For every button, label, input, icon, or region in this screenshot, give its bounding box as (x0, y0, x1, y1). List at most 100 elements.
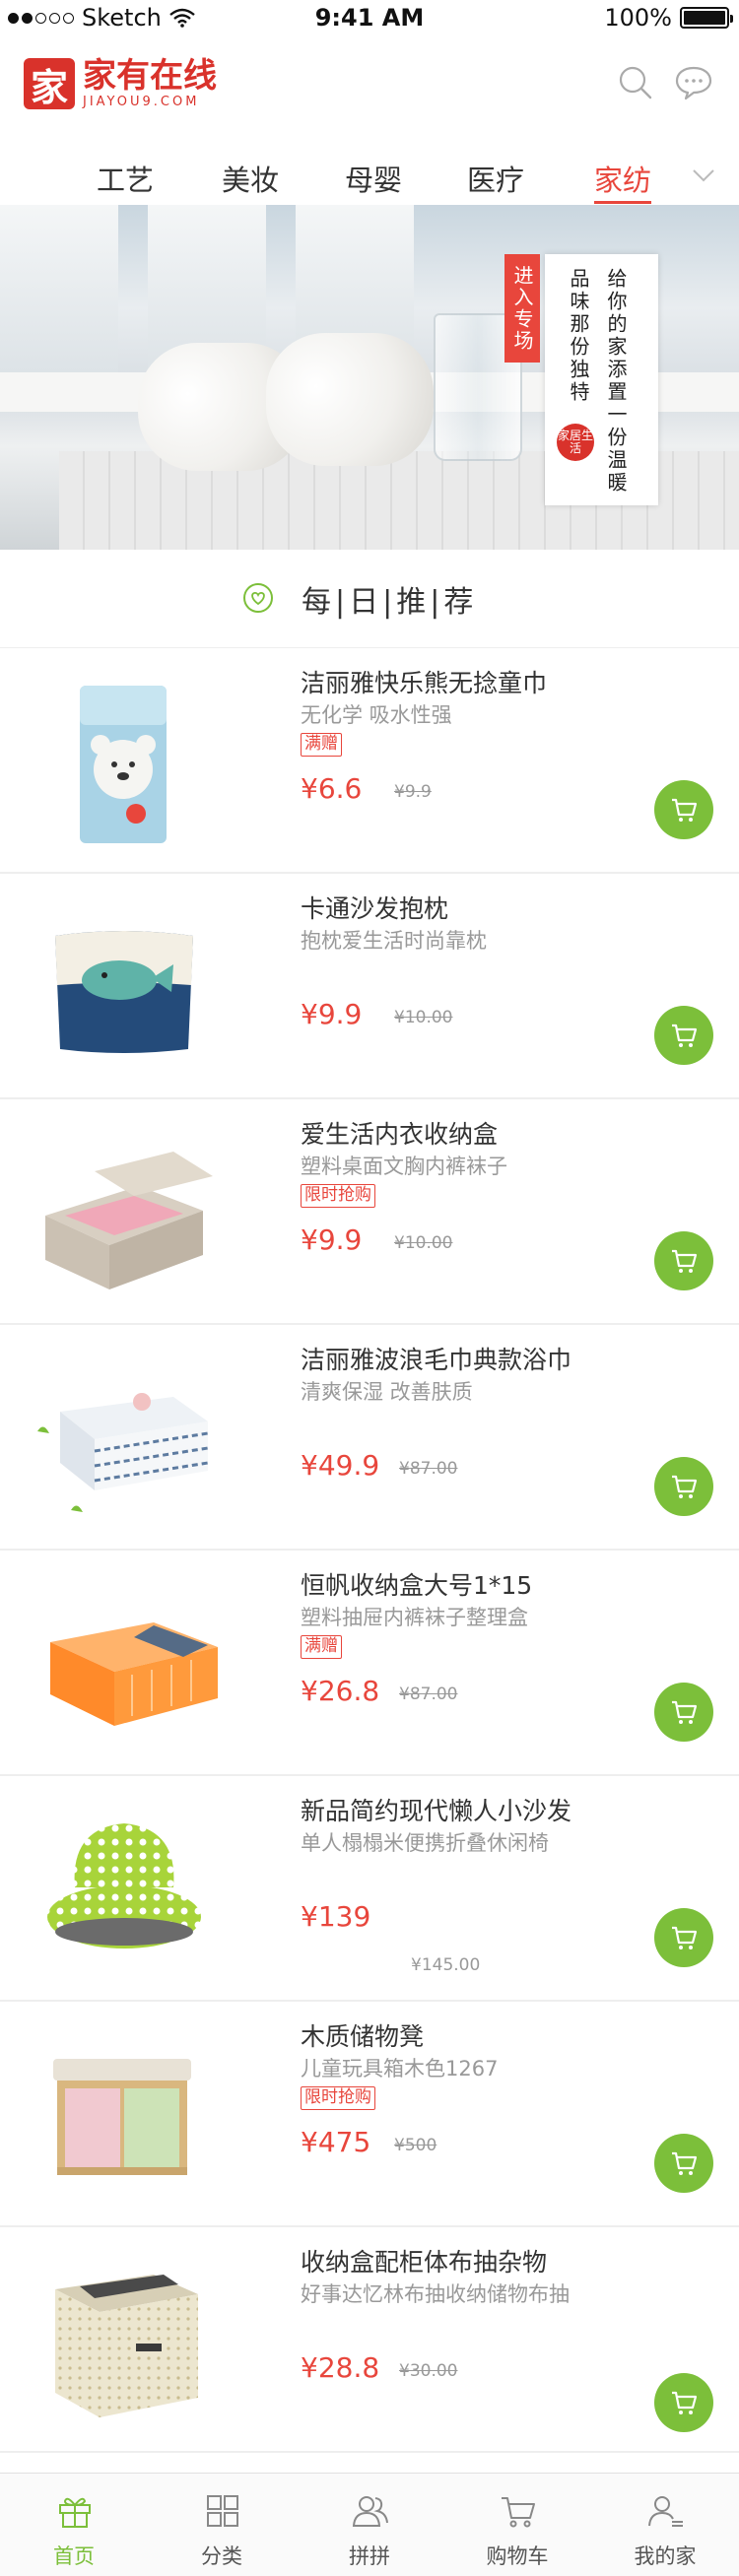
tab-medical[interactable]: 医疗 (467, 158, 524, 199)
logo-name: 家有在线 (83, 56, 217, 96)
heart-icon (243, 583, 273, 613)
product-desc: 塑料抽屉内裤袜子整理盒 (301, 1606, 528, 1629)
product-image (47, 1823, 201, 1949)
product-name: 新品简约现代懒人小沙发 (301, 1797, 572, 1825)
original-price: ¥500 (394, 2136, 437, 2155)
product-price: ¥26.8 (301, 1675, 380, 1707)
cart-icon (502, 2497, 535, 2528)
tab-active-indicator (594, 201, 651, 204)
cart-icon (672, 1249, 698, 1273)
cart-icon (672, 2391, 698, 2414)
cart-icon (672, 1024, 698, 1047)
message-icon[interactable] (674, 63, 713, 102)
promo-badge: 满赠 (301, 1635, 342, 1659)
search-icon[interactable] (616, 63, 655, 102)
tabbar-cart[interactable]: 购物车 (443, 2474, 591, 2576)
product-item[interactable]: 洁丽雅快乐熊无捻童巾 无化学 吸水性强 满赠 ¥6.6 ¥9.9 (0, 648, 739, 874)
original-price: ¥87.00 (399, 1684, 458, 1704)
tab-beauty[interactable]: 美妆 (222, 158, 279, 199)
product-price: ¥139 (301, 1900, 371, 1933)
product-price: ¥9.9 (301, 998, 363, 1030)
promo-badge: 限时抢购 (301, 2086, 375, 2110)
app-header: 家 家有在线 JIAYOU9.COM (0, 39, 739, 148)
chevron-down-icon[interactable] (690, 162, 717, 189)
product-image (80, 686, 167, 843)
original-price: ¥145.00 (411, 1955, 481, 1975)
product-item[interactable]: 新品简约现代懒人小沙发 单人榻榻米便携折叠休闲椅 ¥139 ¥145.00 (0, 1776, 739, 2002)
product-name: 洁丽雅快乐熊无捻童巾 (301, 669, 548, 697)
daily-recommend-header: 每|日|推|荐 (0, 550, 739, 648)
grid-icon (207, 2495, 238, 2527)
product-item[interactable]: 洁丽雅波浪毛巾典款浴巾 清爽保湿 改善肤质 ¥49.9 ¥87.00 (0, 1325, 739, 1551)
tabbar-label: 首页 (53, 2544, 95, 2568)
tabbar-label: 分类 (201, 2544, 242, 2568)
battery-icon (680, 7, 733, 29)
product-desc: 单人榻榻米便携折叠休闲椅 (301, 1831, 549, 1855)
cart-icon (672, 798, 698, 822)
promo-card: 给你的家添置一份温暖 品味那份独特 家居生活 (545, 254, 658, 505)
tabbar-category[interactable]: 分类 (148, 2474, 296, 2576)
add-to-cart-button[interactable] (654, 1908, 713, 1967)
category-tabs: 工艺 美妆 母婴 医疗 家纺 (0, 148, 739, 205)
product-image (37, 1393, 209, 1512)
product-item[interactable]: 木质储物凳 儿童玩具箱木色1267 限时抢购 ¥475 ¥500 (0, 2002, 739, 2227)
tabbar-home[interactable]: 首页 (0, 2474, 148, 2576)
promo-line-1: 给你的家添置一份温暖 (604, 268, 628, 495)
product-name: 收纳盒配柜体布抽杂物 (301, 2248, 548, 2277)
tabbar-label: 拼拼 (349, 2544, 390, 2568)
product-item[interactable]: 爱生活内衣收纳盒 塑料桌面文胸内裤袜子 限时抢购 ¥9.9 ¥10.00 (0, 1099, 739, 1325)
promo-banner[interactable]: 进入专场 给你的家添置一份温暖 品味那份独特 家居生活 (0, 205, 739, 550)
seal-stamp: 家居生活 (557, 424, 594, 461)
logo-domain: JIAYOU9.COM (83, 95, 200, 109)
status-bar: Sketch 9:41 AM 100% (0, 0, 739, 39)
product-item[interactable]: 收纳盒配柜体布抽杂物 好事达忆林布抽收纳储物布抽 ¥28.8 ¥30.00 (0, 2227, 739, 2453)
logo-mark: 家 (24, 58, 75, 109)
original-price: ¥30.00 (399, 2361, 458, 2381)
tabbar-label: 购物车 (486, 2544, 549, 2568)
tabbar-profile[interactable]: 我的家 (591, 2474, 739, 2576)
daily-title: 每|日|推|荐 (302, 585, 478, 620)
product-desc: 好事达忆林布抽收纳储物布抽 (301, 2282, 570, 2306)
add-to-cart-button[interactable] (654, 1457, 713, 1516)
original-price: ¥10.00 (394, 1233, 453, 1253)
product-name: 卡通沙发抱枕 (301, 894, 449, 923)
logo[interactable]: 家 家有在线 JIAYOU9.COM (24, 57, 217, 110)
add-to-cart-button[interactable] (654, 2134, 713, 2193)
product-price: ¥49.9 (301, 1449, 380, 1482)
product-item[interactable]: 恒帆收纳盒大号1*15 塑料抽屉内裤袜子整理盒 满赠 ¥26.8 ¥87.00 (0, 1551, 739, 1776)
product-price: ¥9.9 (301, 1223, 363, 1256)
status-right: 100% (604, 4, 733, 32)
product-image (55, 931, 193, 1053)
product-desc: 无化学 吸水性强 (301, 703, 452, 727)
tabbar-group-buy[interactable]: 拼拼 (296, 2474, 443, 2576)
product-name: 木质储物凳 (301, 2022, 425, 2051)
product-name: 爱生活内衣收纳盒 (301, 1120, 499, 1149)
add-to-cart-button[interactable] (654, 2373, 713, 2432)
original-price: ¥87.00 (399, 1459, 458, 1479)
add-to-cart-button[interactable] (654, 1683, 713, 1742)
original-price: ¥9.9 (394, 782, 432, 802)
cart-icon (672, 1475, 698, 1498)
tabbar-label: 我的家 (634, 2544, 697, 2568)
cart-icon (672, 1700, 698, 1724)
product-desc: 塑料桌面文胸内裤袜子 (301, 1155, 507, 1178)
product-image (53, 2059, 191, 2175)
product-desc: 清爽保湿 改善肤质 (301, 1380, 473, 1404)
product-price: ¥6.6 (301, 772, 363, 805)
promo-badge: 限时抢购 (301, 1184, 375, 1208)
add-to-cart-button[interactable] (654, 780, 713, 839)
promo-badge: 满赠 (301, 733, 342, 757)
gift-home-icon (59, 2497, 91, 2528)
product-price: ¥475 (301, 2126, 371, 2158)
product-image (45, 1152, 213, 1289)
promo-enter-tag[interactable]: 进入专场 (504, 254, 540, 363)
cart-icon (672, 1926, 698, 1949)
product-item[interactable]: 卡通沙发抱枕 抱枕爱生活时尚靠枕 ¥9.9 ¥10.00 (0, 874, 739, 1099)
add-to-cart-button[interactable] (654, 1231, 713, 1290)
profile-icon (648, 2496, 683, 2527)
add-to-cart-button[interactable] (654, 1006, 713, 1065)
bottom-tab-bar: 首页 分类 拼拼 购物车 我的家 (0, 2473, 739, 2576)
tab-crafts[interactable]: 工艺 (97, 158, 154, 199)
tab-home-textile[interactable]: 家纺 (594, 158, 651, 199)
tab-baby[interactable]: 母婴 (345, 158, 402, 199)
